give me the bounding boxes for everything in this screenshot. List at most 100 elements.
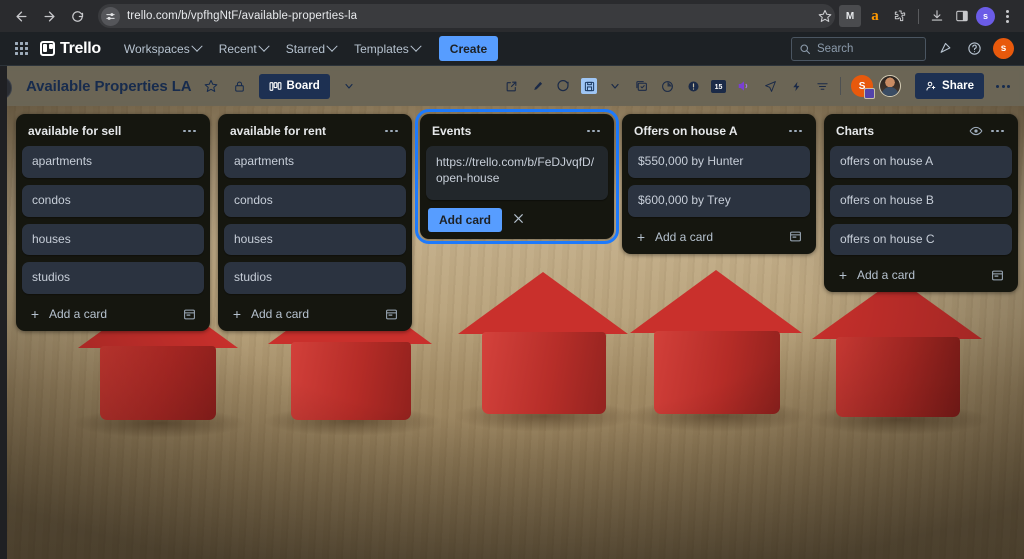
list-actions-menu-icon[interactable] [989, 128, 1006, 135]
member-avatar-photo[interactable] [879, 75, 902, 97]
star-outline-icon[interactable] [201, 76, 221, 96]
chrome-menu-icon[interactable] [998, 9, 1016, 23]
create-button[interactable]: Create [438, 36, 499, 61]
board-canvas: available for sell apartments condos hou… [0, 106, 1024, 559]
list-actions-menu-icon[interactable] [181, 128, 198, 135]
card-item[interactable]: $600,000 by Trey [628, 184, 810, 217]
card-item[interactable]: studios [224, 262, 406, 295]
sound-speaker-icon[interactable] [736, 78, 752, 94]
card-item[interactable]: condos [22, 184, 204, 217]
forward-arrow-icon[interactable] [36, 3, 62, 29]
list-title[interactable]: available for sell [28, 124, 175, 138]
trello-logo-mark [40, 41, 55, 56]
nav-starred[interactable]: Starred [279, 37, 343, 61]
chevron-down-icon [191, 40, 203, 52]
card-template-icon[interactable] [385, 307, 399, 321]
nav-starred-label: Starred [285, 41, 326, 56]
add-a-card-button[interactable]: + Add a card [22, 301, 204, 326]
save-card-icon[interactable] [581, 78, 598, 94]
add-card-submit-button[interactable]: Add card [428, 208, 503, 232]
list-header: Charts [830, 121, 1012, 146]
card-composer-input[interactable]: https://trello.com/b/FeDJvqfD/open-house [426, 146, 608, 200]
add-a-card-button[interactable]: + Add a card [628, 224, 810, 249]
search-input[interactable]: Search [791, 36, 926, 61]
chrome-profile-avatar[interactable]: s [976, 6, 995, 26]
list-header: available for rent [224, 121, 406, 146]
card-item[interactable]: houses [22, 223, 204, 256]
address-bar[interactable]: trello.com/b/vpfhgNtF/available-properti… [98, 4, 835, 28]
search-icon [800, 43, 811, 54]
share-button[interactable]: Share [915, 73, 984, 99]
trello-logo[interactable]: Trello [40, 40, 101, 58]
chevron-down-icon[interactable] [607, 78, 623, 94]
add-a-card-button[interactable]: + Add a card [224, 301, 406, 326]
marker-pen-icon[interactable] [529, 78, 545, 94]
send-plane-icon[interactable] [762, 78, 778, 94]
card-template-icon[interactable] [789, 230, 803, 244]
card-item[interactable]: $550,000 by Hunter [628, 146, 810, 178]
user-avatar[interactable]: s [993, 38, 1014, 59]
star-icon[interactable] [813, 4, 837, 28]
github-circle-icon[interactable] [555, 78, 571, 94]
card-composer-actions: Add card [426, 208, 608, 234]
list-title[interactable]: Events [432, 124, 579, 138]
list-actions-menu-icon[interactable] [585, 128, 602, 135]
external-link-icon[interactable] [503, 78, 519, 94]
card-item[interactable]: apartments [22, 146, 204, 178]
nav-recent-label: Recent [218, 41, 257, 56]
list-title[interactable]: Offers on house A [634, 124, 781, 138]
list-actions-menu-icon[interactable] [383, 128, 400, 135]
plus-icon: + [232, 306, 242, 323]
side-panel-icon[interactable] [951, 5, 973, 27]
lock-icon[interactable] [230, 76, 250, 96]
notification-bell-icon[interactable] [935, 39, 955, 59]
info-circle-icon[interactable] [685, 78, 701, 94]
filter-icon[interactable] [814, 78, 830, 94]
add-a-card-label: Add a card [655, 229, 714, 244]
apps-grid-icon[interactable] [10, 38, 32, 60]
browser-toolbar: trello.com/b/vpfhgNtF/available-properti… [0, 0, 1024, 32]
close-x-icon[interactable] [512, 212, 525, 228]
nav-templates[interactable]: Templates [347, 37, 427, 61]
board-more-menu-icon[interactable] [994, 84, 1012, 88]
list-actions-menu-icon[interactable] [787, 128, 804, 135]
member-avatar-s[interactable]: S [851, 75, 876, 99]
amazon-extension-icon[interactable]: a [864, 5, 886, 27]
board-view-label: Board [286, 80, 320, 92]
card-item[interactable]: studios [22, 262, 204, 295]
automation-bolt-icon[interactable] [788, 78, 804, 94]
copy-check-icon[interactable] [633, 78, 649, 94]
help-circle-icon[interactable] [964, 39, 984, 59]
pie-chart-icon[interactable] [659, 78, 675, 94]
watch-eye-icon[interactable] [969, 124, 983, 138]
list-title[interactable]: Charts [836, 124, 963, 138]
card-template-icon[interactable] [183, 307, 197, 321]
gmail-extension-icon[interactable]: M [839, 5, 861, 27]
card-item[interactable]: offers on house C [830, 223, 1012, 256]
card-template-icon[interactable] [991, 268, 1005, 282]
download-icon[interactable] [926, 5, 948, 27]
back-arrow-icon[interactable] [8, 3, 34, 29]
card-item[interactable]: offers on house A [830, 146, 1012, 178]
search-placeholder: Search [817, 42, 854, 55]
list-title[interactable]: available for rent [230, 124, 377, 138]
add-a-card-button[interactable]: + Add a card [830, 262, 1012, 287]
add-a-card-label: Add a card [49, 307, 108, 322]
board-view-button[interactable]: Board [258, 73, 330, 99]
reload-icon[interactable] [64, 3, 90, 29]
tune-icon[interactable] [101, 6, 120, 26]
board-title: Available Properties LA [26, 77, 192, 95]
share-label: Share [942, 80, 974, 92]
nav-workspaces[interactable]: Workspaces [117, 37, 208, 61]
card-item[interactable]: condos [224, 184, 406, 217]
card-item[interactable]: houses [224, 223, 406, 256]
calendar-icon[interactable]: 15 [711, 79, 727, 93]
header-divider [840, 77, 842, 95]
list-header: Offers on house A [628, 121, 810, 146]
extensions-puzzle-icon[interactable] [889, 5, 911, 27]
card-item[interactable]: offers on house B [830, 184, 1012, 217]
card-item[interactable]: apartments [224, 146, 406, 178]
chevron-down-icon[interactable] [339, 76, 359, 96]
nav-recent[interactable]: Recent [212, 37, 275, 61]
chevron-down-icon [410, 40, 422, 52]
